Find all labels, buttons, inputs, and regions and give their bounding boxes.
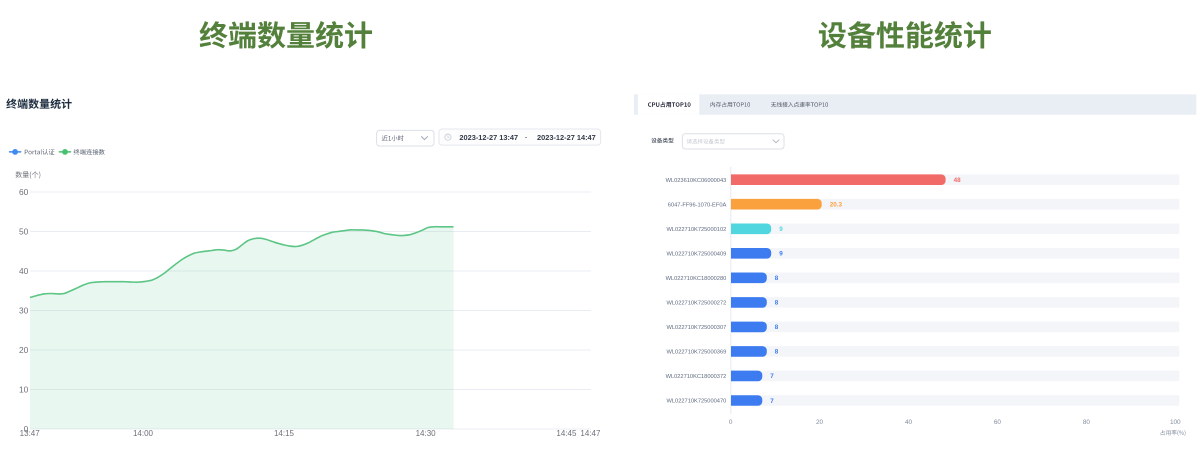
svg-text:13:47: 13:47: [20, 429, 41, 438]
svg-text:40: 40: [905, 419, 913, 426]
svg-text:60: 60: [994, 419, 1002, 426]
svg-text:14:45: 14:45: [556, 429, 577, 438]
svg-text:14:47: 14:47: [580, 429, 601, 438]
svg-text:0: 0: [729, 419, 733, 426]
svg-text:20.3: 20.3: [830, 202, 843, 209]
svg-text:100: 100: [1170, 419, 1181, 426]
svg-text:WL022710K725000307: WL022710K725000307: [667, 325, 727, 331]
svg-text:7: 7: [770, 398, 774, 405]
svg-text:8: 8: [775, 300, 779, 307]
svg-text:8: 8: [775, 324, 779, 331]
svg-text:WL022710KC18000280: WL022710KC18000280: [666, 276, 727, 282]
svg-text:14:00: 14:00: [133, 429, 154, 438]
svg-text:14:15: 14:15: [274, 429, 295, 438]
svg-text:60: 60: [19, 187, 29, 197]
svg-text:WL022710K725000369: WL022710K725000369: [667, 350, 727, 356]
svg-text:WL022710KC18000372: WL022710KC18000372: [666, 374, 727, 380]
svg-text:WL022710K725000272: WL022710K725000272: [667, 300, 727, 306]
svg-text:40: 40: [19, 266, 29, 276]
svg-text:20: 20: [19, 345, 29, 355]
svg-text:2023-12-27 13:47: 2023-12-27 13:47: [459, 133, 518, 142]
svg-text:80: 80: [1083, 419, 1091, 426]
svg-text:48: 48: [954, 177, 962, 184]
svg-text:2023-12-27 14:47: 2023-12-27 14:47: [537, 133, 596, 142]
svg-text:8: 8: [775, 349, 779, 356]
svg-text:20: 20: [816, 419, 824, 426]
svg-text:9: 9: [779, 226, 783, 233]
svg-text:6047-FF96-1070-EF0A: 6047-FF96-1070-EF0A: [668, 202, 727, 208]
svg-text:7: 7: [770, 373, 774, 380]
svg-text:WL022710K725000470: WL022710K725000470: [667, 399, 727, 405]
svg-text:30: 30: [19, 306, 29, 316]
svg-text:10: 10: [19, 385, 29, 395]
svg-text:WL022710K725000102: WL022710K725000102: [667, 227, 727, 233]
svg-text:9: 9: [779, 251, 783, 258]
svg-text:WL023610KC06000043: WL023610KC06000043: [666, 178, 727, 184]
svg-text:50: 50: [19, 227, 29, 237]
svg-text:14:30: 14:30: [416, 429, 437, 438]
svg-text:WL022710K725000409: WL022710K725000409: [667, 251, 727, 257]
svg-text:8: 8: [775, 275, 779, 282]
